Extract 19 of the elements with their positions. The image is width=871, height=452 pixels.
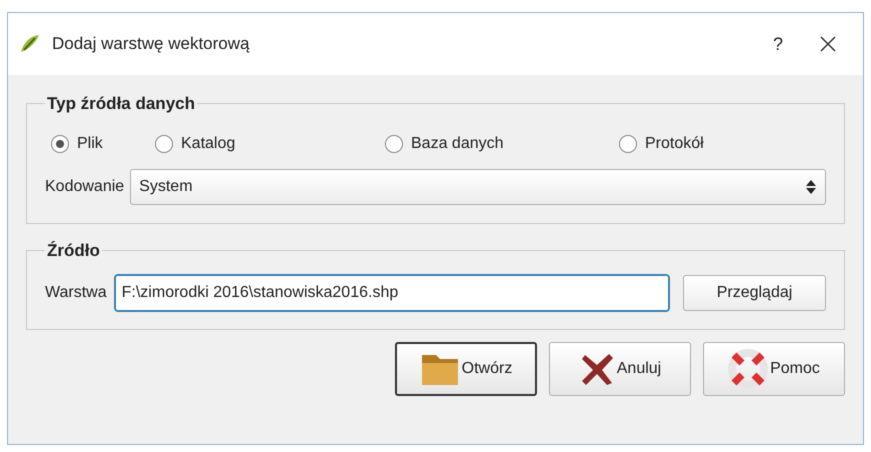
lifebuoy-icon (728, 349, 768, 389)
help-button[interactable]: ? (763, 30, 793, 58)
dialog-button[interactable]: Pomoc (703, 342, 845, 396)
radio-option[interactable]: Baza danych (385, 132, 619, 156)
group-title: Typ źródła danych (46, 93, 196, 115)
radio-option[interactable]: Katalog (155, 132, 385, 156)
dialog-button[interactable]: Otwórz (395, 342, 537, 396)
close-icon (819, 35, 837, 53)
field-label: Kodowanie (45, 176, 124, 196)
radio-option[interactable]: Plik (51, 132, 155, 156)
group-title: Źródło (46, 240, 101, 262)
radio-option[interactable]: Protokół (619, 132, 826, 156)
up-down-arrows-icon (805, 178, 817, 194)
encoding-dropdown[interactable]: System (130, 168, 826, 204)
layer-path-field[interactable]: F:\zimorodki 2016\stanowiska2016.shp (114, 275, 669, 311)
window-title: Dodaj warstwę wektorową (52, 33, 250, 56)
dialog-button[interactable]: Anuluj (549, 342, 691, 396)
field-label: Warstwa (45, 283, 107, 303)
browse-button[interactable]: Przeglądaj (683, 275, 826, 311)
